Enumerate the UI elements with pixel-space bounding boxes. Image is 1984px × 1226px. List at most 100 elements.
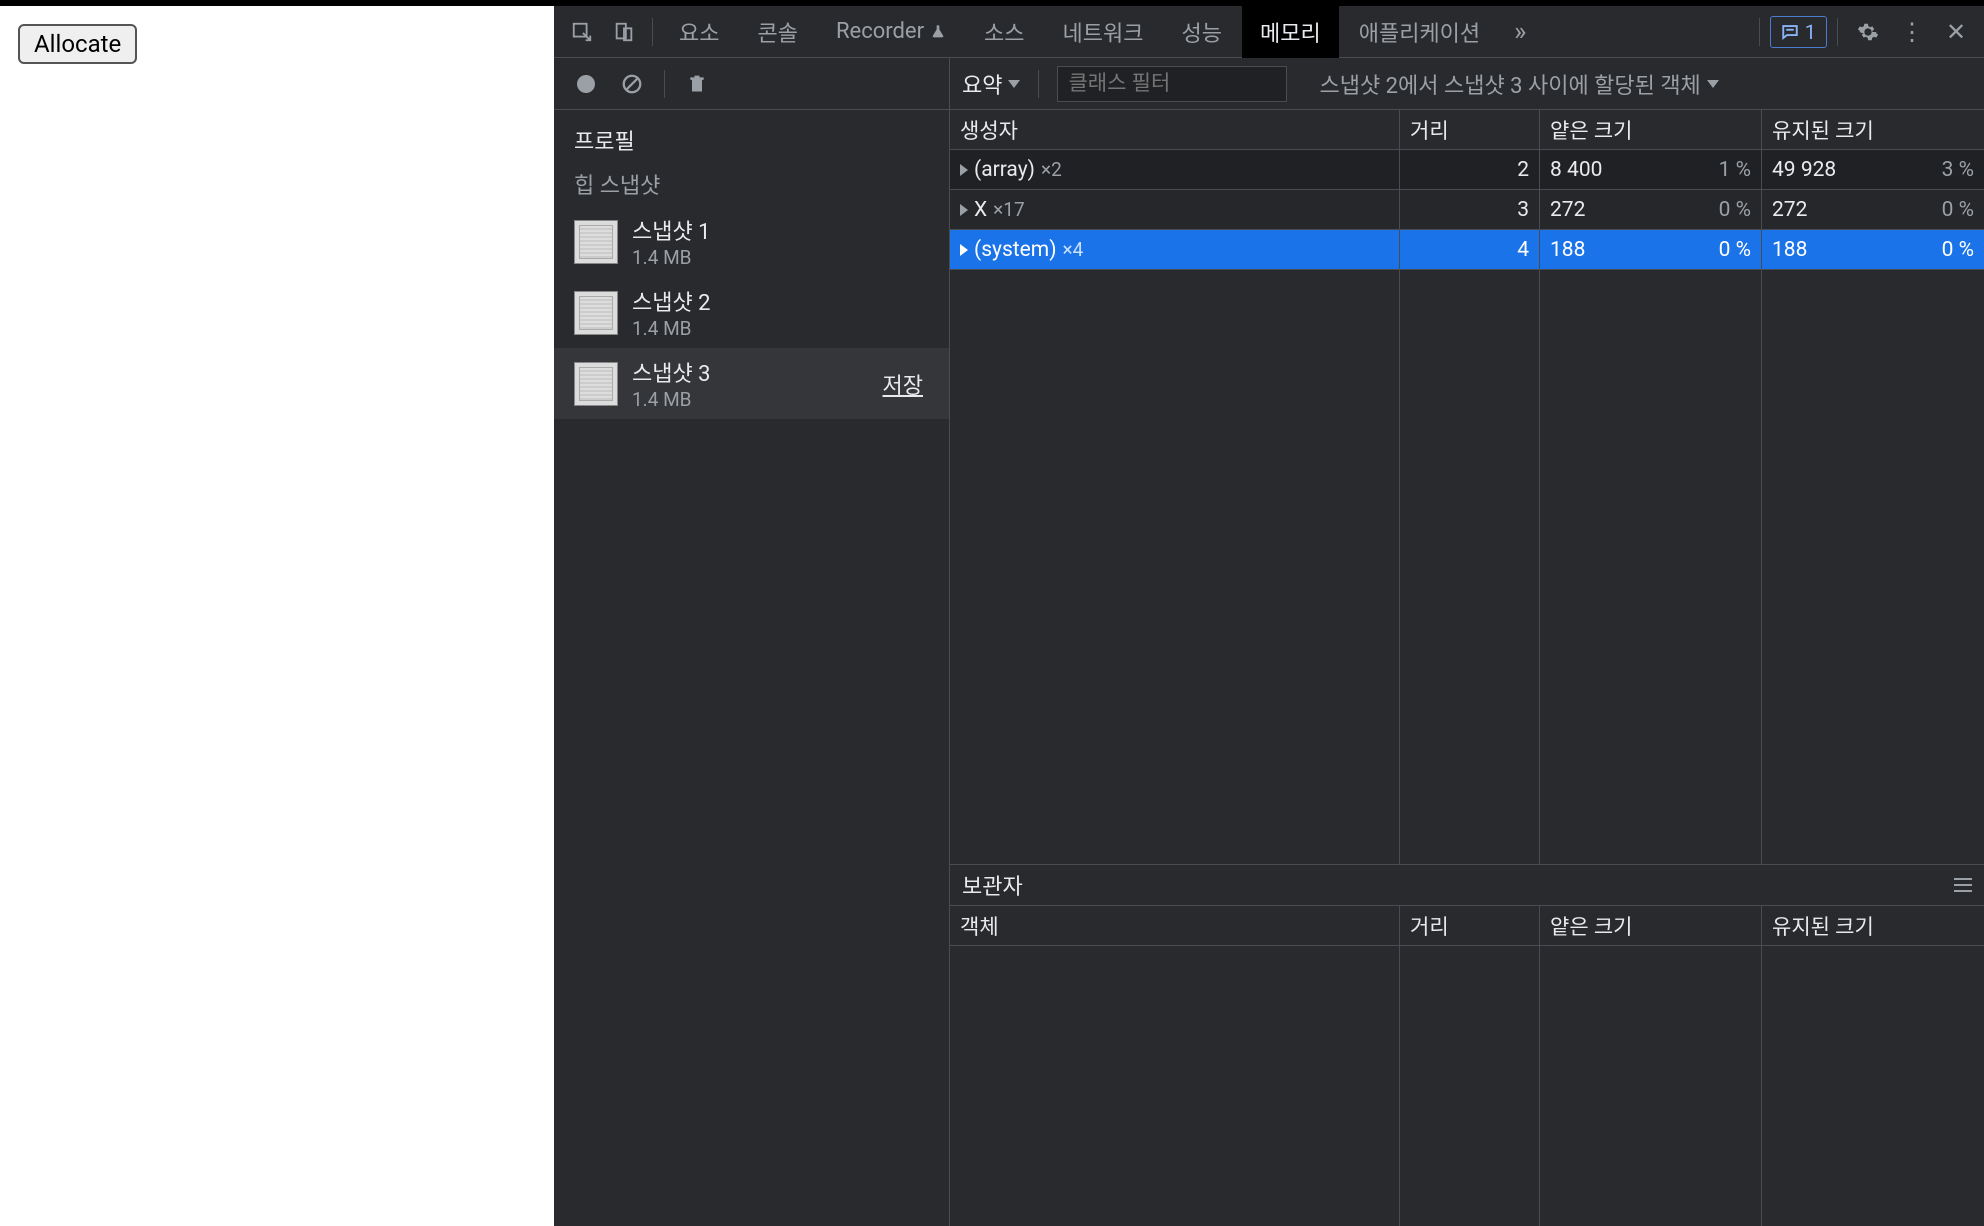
table-row[interactable]: X ×17 3 272 0 % 272 0 % [950, 190, 1984, 230]
comparison-dropdown[interactable]: 스냅샷 2에서 스냅샷 3 사이에 할당된 객체 [1319, 68, 1718, 100]
expand-icon[interactable] [960, 164, 968, 176]
shallow-size: 272 [1550, 198, 1585, 222]
trash-icon[interactable] [677, 64, 717, 104]
header-retained[interactable]: 유지된 크기 [1762, 110, 1984, 149]
chat-icon [1781, 23, 1799, 41]
header-shallow[interactable]: 얕은 크기 [1540, 110, 1762, 149]
main-toolbar: 요약 스냅샷 2에서 스냅샷 3 사이에 할당된 객체 [950, 58, 1984, 110]
page-content: Allocate [0, 0, 554, 1226]
tab-application[interactable]: 애플리케이션 [1341, 6, 1498, 58]
close-icon[interactable]: ✕ [1936, 12, 1976, 52]
snapshot-name: 스냅샷 2 [632, 285, 929, 317]
retainers-header: 보관자 [950, 864, 1984, 906]
heap-snapshots-heading: 힙 스냅샷 [554, 162, 949, 206]
constructor-name: X [974, 198, 987, 222]
more-tabs-icon[interactable]: » [1500, 12, 1540, 52]
snapshot-item[interactable]: 스냅샷 1 1.4 MB [554, 206, 949, 277]
retainers-table-header: 객체 거리 얕은 크기 유지된 크기 [950, 906, 1984, 946]
expand-icon[interactable] [960, 204, 968, 216]
retainers-empty-area [950, 946, 1984, 1226]
tab-performance[interactable]: 성능 [1164, 6, 1240, 58]
expand-icon[interactable] [960, 244, 968, 256]
divider [1837, 18, 1838, 46]
profiles-sidebar: 프로필 힙 스냅샷 스냅샷 1 1.4 MB 스냅샷 2 1.4 MB [554, 58, 950, 1226]
constructor-name: (system) [974, 238, 1057, 262]
distance-value: 2 [1400, 150, 1540, 189]
clear-icon[interactable] [612, 64, 652, 104]
header-distance[interactable]: 거리 [1400, 110, 1540, 149]
shallow-size: 188 [1550, 238, 1585, 262]
header-retained[interactable]: 유지된 크기 [1762, 906, 1984, 945]
snapshot-icon [574, 291, 618, 335]
tab-elements[interactable]: 요소 [661, 6, 737, 58]
table-row[interactable]: (system) ×4 4 188 0 % 188 0 % [950, 230, 1984, 270]
comparison-label: 스냅샷 2에서 스냅샷 3 사이에 할당된 객체 [1319, 68, 1700, 100]
retainers-title: 보관자 [962, 869, 1023, 901]
header-object[interactable]: 객체 [950, 906, 1400, 945]
record-button[interactable] [566, 64, 606, 104]
snapshot-name: 스냅샷 1 [632, 214, 929, 246]
table-header-row: 생성자 거리 얕은 크기 유지된 크기 [950, 110, 1984, 150]
settings-icon[interactable] [1848, 12, 1888, 52]
view-dropdown-label: 요약 [962, 68, 1002, 100]
tab-recorder[interactable]: Recorder [818, 6, 964, 58]
device-toggle-icon[interactable] [604, 12, 644, 52]
divider [1038, 70, 1039, 98]
retained-pct: 3 % [1926, 158, 1974, 182]
snapshot-name: 스냅샷 3 [632, 356, 869, 388]
chevron-down-icon [1008, 80, 1020, 88]
devtools-tab-bar: 요소 콘솔 Recorder 소스 네트워크 성능 메모리 애플리케이션 » 1… [554, 6, 1984, 58]
constructors-table: 생성자 거리 얕은 크기 유지된 크기 (array) ×2 2 8 400 1… [950, 110, 1984, 1226]
table-empty-area [950, 270, 1984, 864]
header-constructor[interactable]: 생성자 [950, 110, 1400, 149]
snapshot-item[interactable]: 스냅샷 3 1.4 MB 저장 [554, 348, 949, 419]
instance-count: ×17 [993, 198, 1025, 221]
allocate-button[interactable]: Allocate [18, 24, 137, 64]
view-dropdown[interactable]: 요약 [962, 68, 1020, 100]
tab-network[interactable]: 네트워크 [1045, 6, 1162, 58]
snapshot-size: 1.4 MB [632, 317, 929, 340]
snapshot-icon [574, 220, 618, 264]
snapshot-size: 1.4 MB [632, 388, 869, 411]
retained-size: 49 928 [1772, 158, 1836, 182]
instance-count: ×2 [1041, 158, 1062, 181]
profiles-heading: 프로필 [554, 110, 949, 162]
shallow-pct: 1 % [1703, 158, 1751, 182]
snapshot-icon [574, 362, 618, 406]
constructor-name: (array) [974, 158, 1035, 182]
menu-icon[interactable] [1954, 878, 1972, 892]
shallow-pct: 0 % [1703, 198, 1751, 222]
issues-count: 1 [1805, 20, 1816, 44]
retained-pct: 0 % [1926, 238, 1974, 262]
snapshot-item[interactable]: 스냅샷 2 1.4 MB [554, 277, 949, 348]
header-distance[interactable]: 거리 [1400, 906, 1540, 945]
tab-sources[interactable]: 소스 [966, 6, 1042, 58]
devtools-panel: 요소 콘솔 Recorder 소스 네트워크 성능 메모리 애플리케이션 » 1… [554, 0, 1984, 1226]
kebab-menu-icon[interactable]: ⋮ [1892, 12, 1932, 52]
divider [664, 70, 665, 98]
shallow-size: 8 400 [1550, 158, 1602, 182]
issues-badge[interactable]: 1 [1770, 16, 1827, 48]
tab-memory[interactable]: 메모리 [1242, 6, 1339, 58]
shallow-pct: 0 % [1703, 238, 1751, 262]
sidebar-toolbar [554, 58, 949, 110]
retained-pct: 0 % [1926, 198, 1974, 222]
inspect-icon[interactable] [562, 12, 602, 52]
tab-recorder-label: Recorder [836, 19, 924, 44]
main-content: 요약 스냅샷 2에서 스냅샷 3 사이에 할당된 객체 생성자 거리 얕은 크기… [950, 58, 1984, 1226]
retained-size: 188 [1772, 238, 1807, 262]
snapshot-size: 1.4 MB [632, 246, 929, 269]
tab-console[interactable]: 콘솔 [739, 6, 815, 58]
flask-icon [930, 24, 946, 40]
divider [652, 18, 653, 46]
distance-value: 3 [1400, 190, 1540, 229]
distance-value: 4 [1400, 230, 1540, 269]
table-row[interactable]: (array) ×2 2 8 400 1 % 49 928 3 % [950, 150, 1984, 190]
class-filter-input[interactable] [1057, 66, 1287, 102]
retained-size: 272 [1772, 198, 1807, 222]
divider [1759, 18, 1760, 46]
chevron-down-icon [1707, 80, 1719, 88]
save-link[interactable]: 저장 [883, 368, 923, 400]
header-shallow[interactable]: 얕은 크기 [1540, 906, 1762, 945]
instance-count: ×4 [1063, 238, 1084, 261]
